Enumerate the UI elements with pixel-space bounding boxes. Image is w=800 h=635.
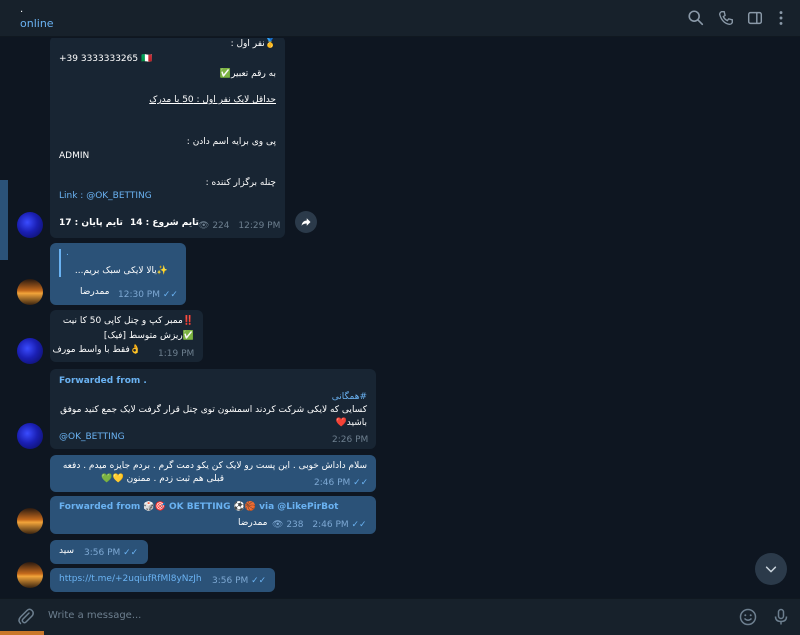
double-check-icon: ✓✓ xyxy=(351,520,367,530)
emoji-icon[interactable] xyxy=(738,607,758,627)
message-bubble[interactable]: Forwarded from 🎲🎯 OK BETTING ⚽🏀 via @Lik… xyxy=(50,496,376,534)
double-check-icon: ✓✓ xyxy=(251,576,267,586)
hashtag[interactable]: #همگانی xyxy=(332,391,367,404)
avatar[interactable] xyxy=(17,279,43,305)
search-icon[interactable] xyxy=(687,9,705,27)
double-check-icon: ✓✓ xyxy=(123,548,139,558)
quote-title: . xyxy=(66,248,69,258)
link-label: Link : xyxy=(59,191,87,201)
message-line: 🥇نفر اول : xyxy=(230,39,276,49)
message-time: 3:56 PM xyxy=(212,576,249,586)
scroll-down-button[interactable] xyxy=(755,553,787,585)
quote-text: ✨یالا لایکی سبک بریم... xyxy=(74,266,168,276)
message-line: به رقم تعبیر✅ xyxy=(219,69,276,79)
view-count: 224 xyxy=(212,221,230,231)
avatar[interactable] xyxy=(17,212,43,238)
message-bubble[interactable]: https://t.me/+2uqiufRfMl8yNzJh 3:56 PM ✓… xyxy=(50,568,275,592)
message-line: 👌فقط با واسط مورف xyxy=(52,345,141,355)
message-line: باشید❤️ xyxy=(335,418,367,428)
message-line: حداقل لایک نفر اول : 50 با مدرک xyxy=(149,95,276,105)
post-signature: ممدرضا xyxy=(80,287,110,297)
channel-link[interactable]: @OK_BETTING xyxy=(86,191,152,201)
avatar[interactable] xyxy=(17,562,43,588)
quote-bar xyxy=(59,249,61,277)
more-icon[interactable] xyxy=(772,9,790,27)
message-line: +39 3333333265 🇮🇹 xyxy=(59,54,153,64)
double-check-icon: ✓✓ xyxy=(353,478,369,488)
eye-icon: 👁 xyxy=(272,520,284,530)
message-line: چنله برگزار کننده : xyxy=(205,178,276,188)
invite-link[interactable]: https://t.me/+2uqiufRfMl8yNzJh xyxy=(59,573,202,586)
message-bubble[interactable]: 🥇نفر اول : +39 3333333265 🇮🇹 به رقم تعبی… xyxy=(50,38,285,238)
message-time: 2:26 PM xyxy=(332,435,369,445)
message-bubble[interactable]: . ✨یالا لایکی سبک بریم... ممدرضا 12:30 P… xyxy=(50,243,186,305)
share-icon xyxy=(301,218,311,226)
message-line: ✅ریزش متوسط [فیک] xyxy=(103,331,194,341)
end-time-text: تایم پایان : 17 xyxy=(59,218,123,228)
message-list[interactable]: 🥇نفر اول : +39 3333333265 🇮🇹 به رقم تعبی… xyxy=(0,38,800,598)
chat-header: . online xyxy=(0,0,800,37)
channel-link[interactable]: @OK_BETTING xyxy=(59,431,125,444)
message-bubble[interactable]: سلام داداش خوبی . این پست رو لایک کن یکو… xyxy=(50,455,376,492)
attach-icon[interactable] xyxy=(16,607,36,627)
message-input[interactable]: Write a message... xyxy=(48,610,141,621)
message-line: سلام داداش خوبی . این پست رو لایک کن یکو… xyxy=(62,461,367,471)
scroll-indicator xyxy=(0,180,8,260)
message-bubble[interactable]: سید 3:56 PM ✓✓ xyxy=(50,540,148,564)
double-check-icon: ✓✓ xyxy=(162,290,178,300)
phone-icon[interactable] xyxy=(717,9,735,27)
message-time: 2:46 PM xyxy=(314,478,351,488)
start-time-text: تایم شروع : 14 xyxy=(130,218,199,228)
message-line: قبلی هم ثبت زدم . ممنون 💛💚 xyxy=(101,474,224,484)
message-time: 1:19 PM xyxy=(158,349,195,359)
view-count: 238 xyxy=(286,520,304,530)
avatar[interactable] xyxy=(17,423,43,449)
microphone-icon[interactable] xyxy=(771,607,791,627)
chevron-down-icon xyxy=(765,566,777,573)
message-time: 3:56 PM xyxy=(84,548,121,558)
forwarded-header[interactable]: Forwarded from 🎲🎯 OK BETTING ⚽🏀 via @Lik… xyxy=(59,501,338,514)
share-button[interactable] xyxy=(295,211,317,233)
message-line: ADMIN xyxy=(59,151,90,161)
eye-icon: 👁 xyxy=(198,221,210,231)
sidebar-toggle-icon[interactable] xyxy=(746,9,764,27)
message-line: ‼️ممبر کپ و چنل کاپی 50 کا نیت xyxy=(62,316,194,326)
avatar[interactable] xyxy=(17,508,43,534)
message-bubble[interactable]: Forwarded from . #همگانی کسایی که لایکی … xyxy=(50,369,376,449)
message-time: 12:30 PM xyxy=(118,290,160,300)
message-line: پی وی برایه اسم دادن : xyxy=(186,137,276,147)
message-line: کسایی که لایکی شرکت کردند اسمشون توی چنل… xyxy=(60,405,367,415)
message-text: سید xyxy=(59,546,74,556)
forwarded-header[interactable]: Forwarded from . xyxy=(59,375,147,388)
message-bubble[interactable]: ‼️ممبر کپ و چنل کاپی 50 کا نیت ✅ریزش متو… xyxy=(50,310,203,362)
chat-status: online xyxy=(20,17,54,30)
avatar[interactable] xyxy=(17,338,43,364)
message-time: 2:46 PM xyxy=(312,520,349,530)
message-composer: Write a message... xyxy=(0,598,800,635)
message-time: 12:29 PM xyxy=(238,221,281,231)
post-signature: ممدرضا xyxy=(238,518,268,528)
taskbar-indicator xyxy=(0,631,44,635)
chat-title[interactable]: . xyxy=(20,4,23,15)
